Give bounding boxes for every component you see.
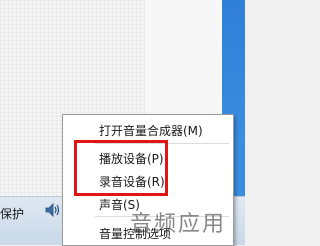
menu-item-volume-mixer[interactable]: 打开音量合成器(M) — [99, 122, 203, 139]
watermark-text: 音频应用 — [130, 212, 227, 237]
annotation-highlight-box — [74, 140, 168, 196]
volume-tray-button[interactable] — [42, 201, 64, 221]
background-strip — [145, 0, 222, 120]
speaker-icon — [45, 202, 61, 221]
taskbar-partial-label: 保护 — [0, 207, 25, 221]
